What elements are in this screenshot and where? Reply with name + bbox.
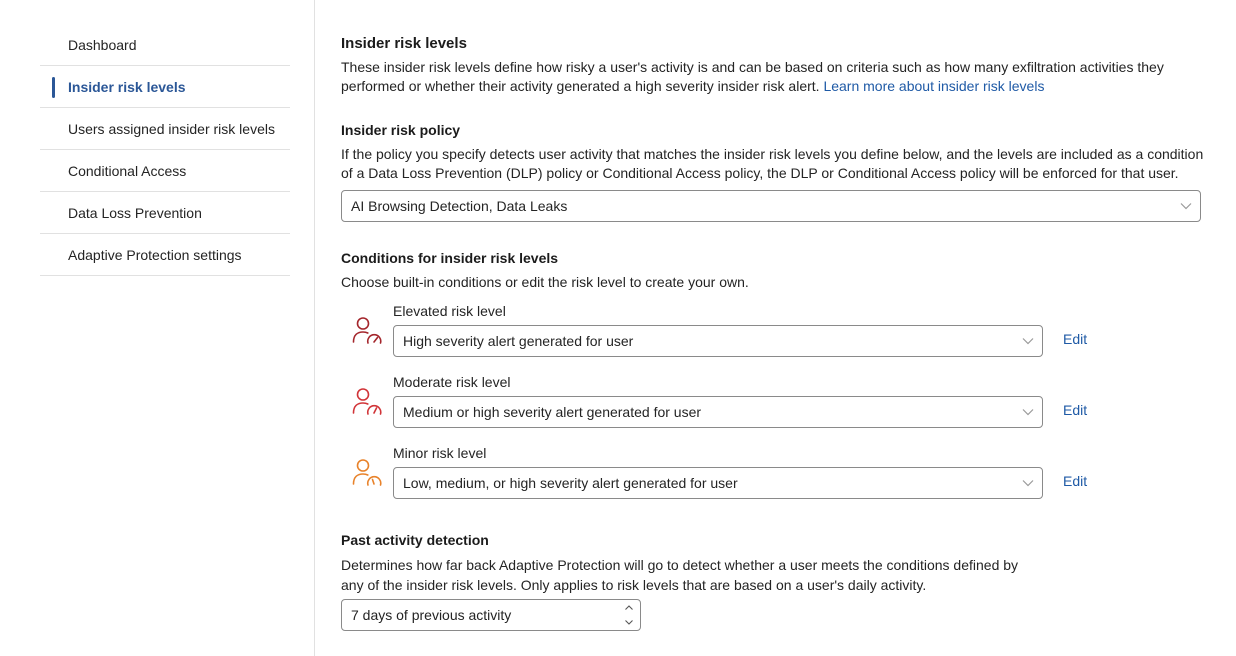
edit-minor-button[interactable]: Edit: [1063, 473, 1087, 489]
edit-elevated-button[interactable]: Edit: [1063, 331, 1087, 347]
nav-item-dashboard[interactable]: Dashboard: [40, 24, 290, 66]
user-risk-elevated-icon: [352, 317, 382, 344]
chevron-down-icon: [1180, 203, 1192, 210]
policy-heading: Insider risk policy: [341, 122, 461, 138]
nav-item-data-loss-prevention[interactable]: Data Loss Prevention: [40, 192, 290, 234]
elevated-risk-label: Elevated risk level: [393, 303, 506, 319]
moderate-risk-label: Moderate risk level: [393, 374, 511, 390]
past-activity-heading: Past activity detection: [341, 532, 489, 548]
minor-risk-dropdown[interactable]: Low, medium, or high severity alert gene…: [393, 467, 1043, 499]
conditions-heading: Conditions for insider risk levels: [341, 250, 559, 266]
elevated-risk-dropdown[interactable]: High severity alert generated for user: [393, 325, 1043, 357]
past-activity-spinbutton[interactable]: 7 days of previous activity: [341, 599, 641, 631]
policy-dropdown[interactable]: AI Browsing Detection, Data Leaks: [341, 190, 1201, 222]
policy-dropdown-value: AI Browsing Detection, Data Leaks: [351, 198, 568, 214]
chevron-down-icon: [1022, 409, 1034, 416]
moderate-risk-dropdown[interactable]: Medium or high severity alert generated …: [393, 396, 1043, 428]
page-description: These insider risk levels define how ris…: [341, 58, 1181, 96]
minor-risk-label: Minor risk level: [393, 445, 487, 461]
learn-more-link[interactable]: Learn more about insider risk levels: [823, 78, 1044, 94]
nav-list: Dashboard Insider risk levels Users assi…: [40, 24, 290, 276]
nav-item-conditional-access[interactable]: Conditional Access: [40, 150, 290, 192]
nav-item-users-assigned[interactable]: Users assigned insider risk levels: [40, 108, 290, 150]
user-risk-moderate-icon: [352, 388, 382, 415]
chevron-down-icon: [1022, 338, 1034, 345]
policy-description: If the policy you specify detects user a…: [341, 146, 1204, 181]
moderate-risk-value: Medium or high severity alert generated …: [403, 404, 702, 420]
conditions-description: Choose built-in conditions or edit the r…: [341, 274, 749, 290]
nav-item-adaptive-protection-settings[interactable]: Adaptive Protection settings: [40, 234, 290, 276]
spin-arrows-icon[interactable]: [624, 602, 634, 628]
elevated-risk-value: High severity alert generated for user: [403, 333, 634, 349]
minor-risk-value: Low, medium, or high severity alert gene…: [403, 475, 738, 491]
edit-moderate-button[interactable]: Edit: [1063, 402, 1087, 418]
sidebar-nav: Dashboard Insider risk levels Users assi…: [0, 0, 315, 656]
page-title: Insider risk levels: [341, 35, 467, 52]
past-activity-description: Determines how far back Adaptive Protect…: [341, 557, 1019, 593]
chevron-down-icon: [1022, 480, 1034, 487]
user-risk-minor-icon: [352, 459, 382, 486]
past-activity-value: 7 days of previous activity: [351, 607, 512, 623]
nav-item-insider-risk-levels[interactable]: Insider risk levels: [40, 66, 290, 108]
